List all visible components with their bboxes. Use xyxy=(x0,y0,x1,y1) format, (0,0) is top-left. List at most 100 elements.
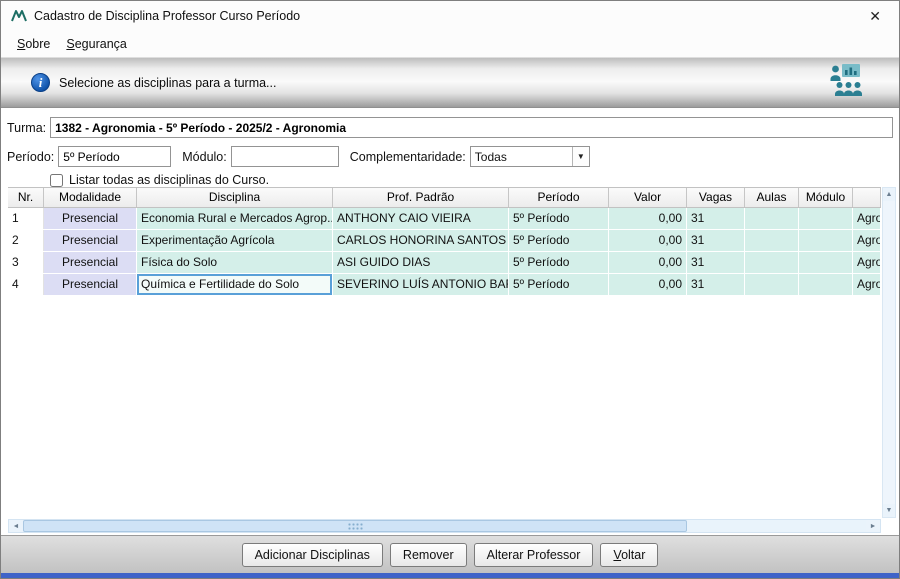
horizontal-scrollbar[interactable]: ◄ ► xyxy=(8,519,881,533)
cell-vagas[interactable]: 31 xyxy=(687,252,745,273)
cell-valor[interactable]: 0,00 xyxy=(609,252,687,273)
table-row[interactable]: 3 Presencial Física do Solo ASI GUIDO DI… xyxy=(8,252,881,274)
cell-nr[interactable]: 2 xyxy=(8,230,44,251)
cell-aulas[interactable] xyxy=(745,208,799,229)
cell-modulo[interactable] xyxy=(799,274,853,295)
cell-curso[interactable]: Agronomia xyxy=(853,252,881,273)
col-header-periodo[interactable]: Período xyxy=(509,188,609,207)
cell-curso[interactable]: Agronomia xyxy=(853,274,881,295)
scroll-right-icon[interactable]: ► xyxy=(866,520,880,532)
cell-nr[interactable]: 1 xyxy=(8,208,44,229)
cell-modalidade[interactable]: Presencial xyxy=(44,230,137,251)
window-bottom-edge xyxy=(1,573,899,578)
cell-periodo[interactable]: 5º Período xyxy=(509,208,609,229)
adicionar-disciplinas-button[interactable]: Adicionar Disciplinas xyxy=(241,542,383,567)
periodo-input[interactable] xyxy=(58,146,172,167)
cell-disciplina[interactable]: Economia Rural e Mercados Agrop... xyxy=(137,208,333,229)
cell-aulas[interactable] xyxy=(745,252,799,273)
col-header-valor[interactable]: Valor xyxy=(609,188,687,207)
horizontal-scroll-track[interactable] xyxy=(687,520,866,532)
cell-modulo[interactable] xyxy=(799,230,853,251)
info-icon: i xyxy=(31,73,50,92)
cell-valor[interactable]: 0,00 xyxy=(609,208,687,229)
class-presentation-icon xyxy=(827,63,869,102)
col-header-nr[interactable]: Nr. xyxy=(8,188,44,207)
modulo-label: Módulo: xyxy=(182,149,227,164)
button-bar: Adicionar Disciplinas Remover Alterar Pr… xyxy=(1,535,899,573)
cell-vagas[interactable]: 31 xyxy=(687,230,745,251)
voltar-label: oltar xyxy=(621,547,646,562)
cell-valor[interactable]: 0,00 xyxy=(609,274,687,295)
cell-vagas[interactable]: 31 xyxy=(687,274,745,295)
cell-nr[interactable]: 3 xyxy=(8,252,44,273)
cell-periodo[interactable]: 5º Período xyxy=(509,230,609,251)
table-grid: Nr. Modalidade Disciplina Prof. Padrão P… xyxy=(8,187,881,518)
col-header-modalidade[interactable]: Modalidade xyxy=(44,188,137,207)
vertical-scrollbar[interactable]: ▲ ▼ xyxy=(882,187,896,518)
cell-aulas[interactable] xyxy=(745,274,799,295)
table-row[interactable]: 4 Presencial Química e Fertilidade do So… xyxy=(8,274,881,296)
window-title: Cadastro de Disciplina Professor Curso P… xyxy=(34,9,301,23)
menubar: Sobre Segurança xyxy=(1,31,899,58)
table-row[interactable]: 2 Presencial Experimentação Agrícola CAR… xyxy=(8,230,881,252)
turma-label: Turma: xyxy=(7,120,47,135)
close-icon[interactable]: ✕ xyxy=(861,6,889,27)
cell-periodo[interactable]: 5º Período xyxy=(509,274,609,295)
remover-button[interactable]: Remover xyxy=(389,542,467,567)
col-header-vagas[interactable]: Vagas xyxy=(687,188,745,207)
disciplinas-table: Nr. Modalidade Disciplina Prof. Padrão P… xyxy=(8,187,896,533)
col-header-modulo[interactable]: Módulo xyxy=(799,188,853,207)
voltar-button[interactable]: Voltar xyxy=(600,542,659,567)
cell-disciplina[interactable]: Experimentação Agrícola xyxy=(137,230,333,251)
banner-message: Selecione as disciplinas para a turma... xyxy=(59,75,277,90)
menu-seguranca-label: egurança xyxy=(74,37,127,51)
cell-valor[interactable]: 0,00 xyxy=(609,230,687,251)
table-row[interactable]: 1 Presencial Economia Rural e Mercados A… xyxy=(8,208,881,230)
cell-curso[interactable]: Agronomia xyxy=(853,208,881,229)
scroll-grip-dots xyxy=(347,522,363,530)
cell-modulo[interactable] xyxy=(799,252,853,273)
vertical-scroll-track[interactable] xyxy=(883,201,895,504)
complementaridade-select[interactable]: Todas ▼ xyxy=(469,146,590,167)
col-header-aulas[interactable]: Aulas xyxy=(745,188,799,207)
cell-prof[interactable]: CARLOS HONORINA SANTOS xyxy=(333,230,509,251)
cell-vagas[interactable]: 31 xyxy=(687,208,745,229)
filters-row: Período: Módulo: Complementaridade: Toda… xyxy=(7,146,893,167)
cell-modalidade[interactable]: Presencial xyxy=(44,252,137,273)
menu-item-seguranca[interactable]: Segurança xyxy=(58,34,134,54)
cell-disciplina[interactable]: Física do Solo xyxy=(137,252,333,273)
modulo-input[interactable] xyxy=(230,146,339,167)
app-logo-icon xyxy=(11,9,27,23)
scroll-down-icon[interactable]: ▼ xyxy=(883,504,895,517)
cell-curso[interactable]: Agronomia xyxy=(853,230,881,251)
table-header-row: Nr. Modalidade Disciplina Prof. Padrão P… xyxy=(8,187,881,208)
chevron-down-icon[interactable]: ▼ xyxy=(571,147,589,166)
cell-aulas[interactable] xyxy=(745,230,799,251)
scroll-up-icon[interactable]: ▲ xyxy=(883,188,895,201)
menu-sobre-label: obre xyxy=(25,37,51,51)
cell-prof[interactable]: SEVERINO LUÍS ANTONIO BARB... xyxy=(333,274,509,295)
cell-prof[interactable]: ANTHONY CAIO VIEIRA xyxy=(333,208,509,229)
menu-item-sobre[interactable]: Sobre xyxy=(9,34,58,54)
complementaridade-value: Todas xyxy=(474,149,507,164)
cell-nr[interactable]: 4 xyxy=(8,274,44,295)
periodo-label: Período: xyxy=(7,149,55,164)
listar-checkbox[interactable] xyxy=(50,173,63,187)
scroll-left-icon[interactable]: ◄ xyxy=(9,520,23,532)
cell-modalidade[interactable]: Presencial xyxy=(44,274,137,295)
cell-modalidade[interactable]: Presencial xyxy=(44,208,137,229)
col-header-prof[interactable]: Prof. Padrão xyxy=(333,188,509,207)
col-header-curso[interactable] xyxy=(853,188,881,207)
col-header-disciplina[interactable]: Disciplina xyxy=(137,188,333,207)
horizontal-scroll-thumb[interactable] xyxy=(23,520,687,532)
voltar-mnemonic: V xyxy=(613,547,622,562)
listar-row: Listar todas as disciplinas do Curso. xyxy=(50,173,893,187)
titlebar: Cadastro de Disciplina Professor Curso P… xyxy=(1,1,899,31)
turma-input[interactable] xyxy=(50,117,893,138)
cell-periodo[interactable]: 5º Período xyxy=(509,252,609,273)
turma-row: Turma: xyxy=(7,117,893,138)
cell-prof[interactable]: ASI GUIDO DIAS xyxy=(333,252,509,273)
cell-modulo[interactable] xyxy=(799,208,853,229)
selected-cell-disciplina[interactable]: Química e Fertilidade do Solo xyxy=(137,274,333,295)
alterar-professor-button[interactable]: Alterar Professor xyxy=(473,542,594,567)
